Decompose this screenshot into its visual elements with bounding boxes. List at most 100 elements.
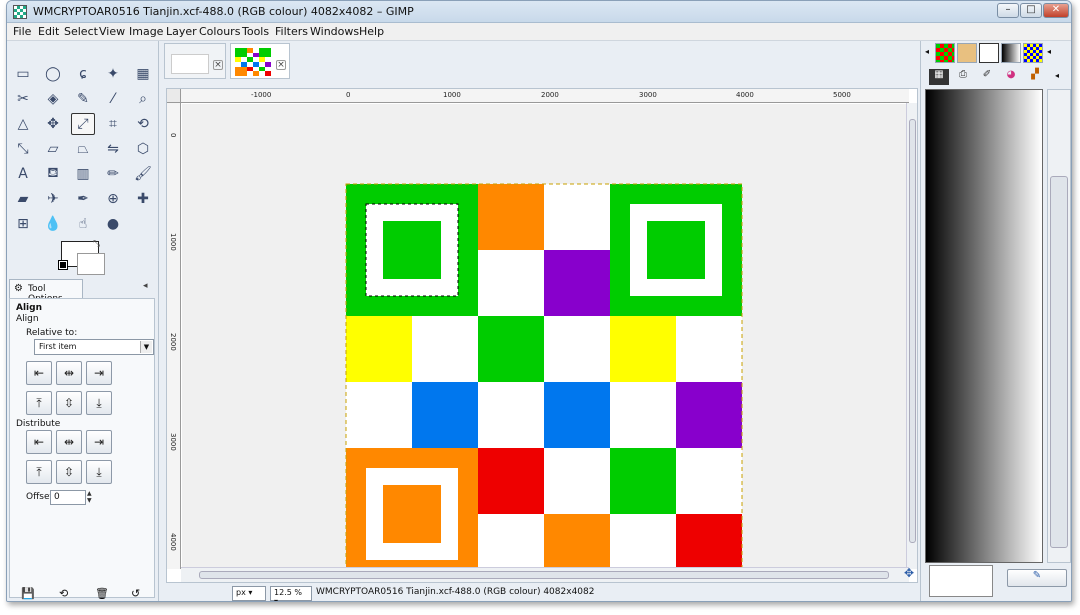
rect-select-tool-icon[interactable]: ▭: [11, 63, 35, 85]
align-bottom-button[interactable]: ⤓: [86, 391, 112, 415]
tab-tool-presets[interactable]: [979, 43, 999, 63]
blend-tool-icon[interactable]: ▥: [71, 163, 95, 185]
distribute-left-button[interactable]: ⇤: [26, 430, 52, 454]
image-tab-1[interactable]: ×: [164, 43, 226, 79]
delete-options-icon[interactable]: 🗑: [95, 587, 109, 600]
horizontal-scroll-thumb[interactable]: [199, 571, 889, 579]
menu-view[interactable]: View: [99, 25, 125, 38]
close-icon[interactable]: ×: [276, 60, 286, 70]
minimize-button[interactable]: –: [997, 3, 1019, 18]
image-content[interactable]: [182, 104, 908, 569]
tab-paths[interactable]: ✐: [977, 69, 997, 85]
menu-edit[interactable]: Edit: [38, 25, 59, 38]
relative-to-select[interactable]: First item ▼: [34, 339, 154, 355]
smudge-tool-icon[interactable]: ☝: [71, 213, 95, 235]
paths-tool-icon[interactable]: ✎: [71, 88, 95, 110]
offset-input[interactable]: 0: [50, 490, 86, 505]
tab-gradients[interactable]: [1001, 43, 1021, 63]
select-by-color-tool-icon[interactable]: ▦: [131, 63, 155, 85]
bucket-fill-tool-icon[interactable]: ⛾: [41, 163, 65, 185]
menu-layer[interactable]: Layer: [166, 25, 197, 38]
scale-tool-icon[interactable]: ⤡: [11, 138, 35, 160]
menu-image[interactable]: Image: [129, 25, 163, 38]
dock-scroll-thumb[interactable]: [1050, 176, 1068, 548]
distribute-middle-button[interactable]: ⇳: [56, 460, 82, 484]
tab-histogram[interactable]: ▞: [1025, 69, 1045, 85]
fuzzy-select-tool-icon[interactable]: ✦: [101, 63, 125, 85]
background-color[interactable]: [77, 253, 105, 275]
align-center-button[interactable]: ⇹: [56, 361, 82, 385]
foreground-select-tool-icon[interactable]: ◈: [41, 88, 65, 110]
image-canvas[interactable]: [182, 104, 908, 569]
tab-channels[interactable]: ⎙: [953, 69, 973, 85]
navigate-icon[interactable]: ✥: [904, 566, 914, 580]
text-tool-icon[interactable]: A: [11, 163, 35, 185]
menu-select[interactable]: Select: [64, 25, 98, 38]
distribute-bottom-button[interactable]: ⤓: [86, 460, 112, 484]
clone-tool-icon[interactable]: ⊕: [101, 188, 125, 210]
title-bar[interactable]: WMCRYPTOAR0516 Tianjin.xcf-488.0 (RGB co…: [7, 1, 1071, 23]
menu-help[interactable]: Help: [359, 25, 384, 38]
dock-vertical-scrollbar[interactable]: [1047, 89, 1071, 563]
dock-menu-icon-2[interactable]: ◂: [1055, 71, 1059, 80]
scissors-select-tool-icon[interactable]: ✂: [11, 88, 35, 110]
measure-tool-icon[interactable]: △: [11, 113, 35, 135]
menu-colours[interactable]: Colours: [199, 25, 240, 38]
gradient-preview[interactable]: [925, 89, 1043, 563]
horizontal-ruler[interactable]: -1000 0 1000 2000 3000 4000 5000: [181, 89, 909, 103]
heal-tool-icon[interactable]: ✚: [131, 188, 155, 210]
eraser-tool-icon[interactable]: ▰: [11, 188, 35, 210]
rotate-tool-icon[interactable]: ⟲: [131, 113, 155, 135]
dock-scroll-left-icon[interactable]: ◂: [925, 47, 929, 56]
menu-windows[interactable]: Windows: [310, 25, 359, 38]
close-icon[interactable]: ×: [213, 60, 223, 70]
distribute-top-button[interactable]: ⤒: [26, 460, 52, 484]
ellipse-select-tool-icon[interactable]: ◯: [41, 63, 65, 85]
tab-palettes[interactable]: [1023, 43, 1043, 63]
zoom-select[interactable]: 12.5 % ▾: [270, 586, 312, 601]
swap-colors-icon[interactable]: ⤡: [93, 239, 100, 249]
shear-tool-icon[interactable]: ▱: [41, 138, 65, 160]
horizontal-scrollbar[interactable]: [181, 567, 909, 582]
distribute-center-button[interactable]: ⇹: [56, 430, 82, 454]
menu-tools[interactable]: Tools: [242, 25, 269, 38]
ink-tool-icon[interactable]: ✒: [71, 188, 95, 210]
align-right-button[interactable]: ⇥: [86, 361, 112, 385]
reset-options-icon[interactable]: ↺: [131, 587, 140, 600]
move-tool-icon[interactable]: ✥: [41, 113, 65, 135]
flip-tool-icon[interactable]: ⇋: [101, 138, 125, 160]
align-left-button[interactable]: ⇤: [26, 361, 52, 385]
blur-tool-icon[interactable]: 💧: [41, 213, 65, 235]
vertical-ruler[interactable]: 0 1000 2000 3000 4000: [167, 103, 181, 569]
default-colors-icon[interactable]: [58, 260, 68, 270]
align-top-button[interactable]: ⤒: [26, 391, 52, 415]
perspective-tool-icon[interactable]: ⏢: [71, 138, 95, 160]
tab-layers[interactable]: ▦: [929, 69, 949, 85]
maximize-button[interactable]: □: [1020, 3, 1042, 18]
vertical-scrollbar[interactable]: [906, 103, 917, 569]
quick-mask-icon[interactable]: [167, 89, 181, 103]
paintbrush-tool-icon[interactable]: 🖌: [131, 163, 155, 185]
tab-colormap[interactable]: ◕: [1001, 69, 1021, 85]
save-options-icon[interactable]: 💾: [21, 587, 35, 600]
tab-patterns[interactable]: [935, 43, 955, 63]
close-button[interactable]: ✕: [1043, 3, 1069, 18]
zoom-tool-icon[interactable]: ⌕: [131, 88, 155, 110]
dock-menu-icon[interactable]: ◂: [1047, 47, 1051, 56]
color-picker-tool-icon[interactable]: ⁄: [101, 88, 125, 110]
crop-tool-icon[interactable]: ⌗: [101, 113, 125, 135]
dodge-burn-tool-icon[interactable]: ●: [101, 213, 125, 235]
tab-menu-icon[interactable]: ◂: [143, 281, 148, 291]
free-select-tool-icon[interactable]: ɕ: [71, 63, 95, 85]
tab-tool-options[interactable]: ⚙ Tool Options: [9, 279, 83, 304]
tab-brushes[interactable]: [957, 43, 977, 63]
airbrush-tool-icon[interactable]: ✈: [41, 188, 65, 210]
menu-filters[interactable]: Filters: [275, 25, 308, 38]
perspective-clone-tool-icon[interactable]: ⊞: [11, 213, 35, 235]
cage-tool-icon[interactable]: ⬡: [131, 138, 155, 160]
align-middle-button[interactable]: ⇳: [56, 391, 82, 415]
pencil-tool-icon[interactable]: ✏: [101, 163, 125, 185]
image-tab-2[interactable]: ×: [230, 43, 290, 79]
edit-button[interactable]: ✎: [1007, 569, 1067, 587]
distribute-right-button[interactable]: ⇥: [86, 430, 112, 454]
